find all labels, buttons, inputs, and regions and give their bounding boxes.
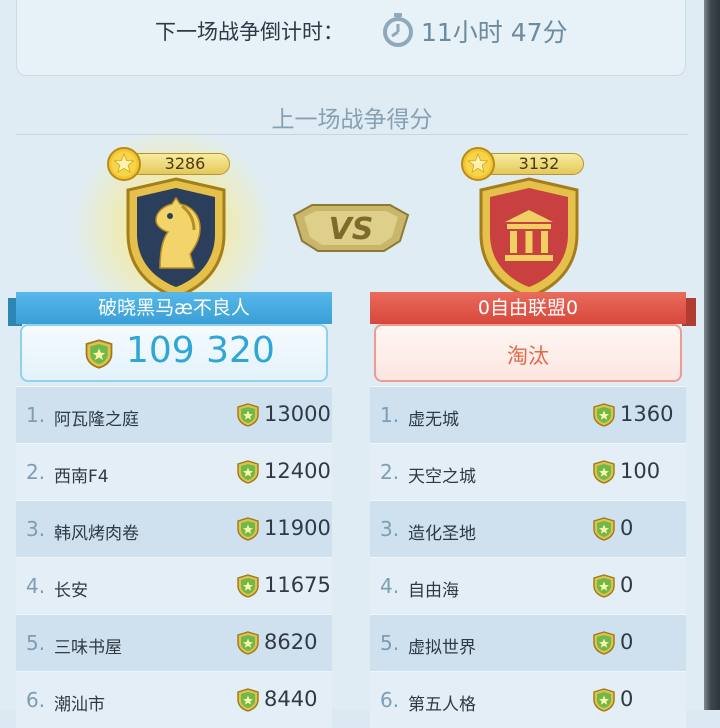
member-points: 0 — [620, 630, 634, 654]
member-name: 韩风烤肉卷 — [54, 524, 139, 544]
alliance-name-right: 0自由联盟0 — [370, 292, 686, 324]
list-item: 5. 虚拟世界 0 — [370, 614, 686, 671]
rank: 5. — [380, 631, 400, 655]
points-icon — [592, 403, 616, 427]
list-item: 2. 西南F4 12400 — [16, 443, 332, 500]
rank: 1. — [26, 403, 46, 427]
member-points: 0 — [620, 687, 634, 711]
list-item: 1. 虚无城 1360 — [370, 386, 686, 443]
list-item: 2. 天空之城 100 — [370, 443, 686, 500]
points-icon — [592, 631, 616, 655]
member-name: 天空之城 — [408, 467, 476, 487]
member-points: 100 — [620, 459, 661, 483]
window-edge — [704, 0, 720, 710]
points-icon — [236, 574, 260, 598]
rank: 6. — [380, 688, 400, 712]
points-icon — [236, 631, 260, 655]
countdown-panel: 下一场战争倒计时： 11小时 47分 — [16, 0, 686, 76]
knight-horse-icon — [126, 177, 226, 299]
status-box-right: 淘汰 — [374, 324, 682, 382]
vs-label: VS — [329, 212, 374, 247]
member-name: 虚拟世界 — [408, 638, 476, 658]
war-results-panel: 下一场战争倒计时： 11小时 47分 上一场战争得分 3286 VS 3132 — [0, 0, 704, 728]
points-icon — [236, 403, 260, 427]
list-item: 4. 自由海 0 — [370, 557, 686, 614]
rank: 4. — [26, 574, 46, 598]
title-divider — [16, 134, 688, 135]
member-points: 1360 — [620, 402, 674, 426]
list-item: 1. 阿瓦隆之庭 13000 — [16, 386, 332, 443]
section-title: 上一场战争得分 — [271, 107, 433, 133]
eliminated-status: 淘汰 — [507, 344, 549, 368]
member-points: 12400 — [264, 459, 331, 483]
member-name: 虚无城 — [408, 410, 459, 430]
rank: 6. — [26, 688, 46, 712]
total-score-box-left: 109 320 — [20, 324, 328, 382]
points-icon — [592, 460, 616, 484]
list-item: 3. 造化圣地 0 — [370, 500, 686, 557]
vs-badge: VS — [292, 204, 410, 252]
rank: 4. — [380, 574, 400, 598]
list-item: 6. 潮汕市 8440 — [16, 671, 332, 728]
member-points: 11900 — [264, 516, 331, 540]
member-points: 11675 — [264, 573, 331, 597]
points-icon — [84, 339, 114, 369]
member-name: 自由海 — [408, 581, 459, 601]
rank: 2. — [26, 460, 46, 484]
member-name: 长安 — [54, 581, 88, 601]
member-name: 西南F4 — [54, 467, 109, 487]
member-name: 潮汕市 — [54, 695, 105, 715]
stopwatch-icon — [383, 13, 413, 47]
list-item: 6. 第五人格 0 — [370, 671, 686, 728]
member-points: 8440 — [264, 687, 318, 711]
member-name: 造化圣地 — [408, 524, 476, 544]
countdown-label: 下一场战争倒计时： — [155, 20, 344, 44]
member-name: 三味书屋 — [54, 638, 122, 658]
rank: 5. — [26, 631, 46, 655]
member-points: 13000 — [264, 402, 331, 426]
list-item: 4. 长安 11675 — [16, 557, 332, 614]
countdown-value: 11小时 47分 — [421, 18, 568, 47]
list-item: 5. 三味书屋 8620 — [16, 614, 332, 671]
points-icon — [592, 688, 616, 712]
points-icon — [592, 574, 616, 598]
rank: 3. — [380, 517, 400, 541]
member-points: 0 — [620, 516, 634, 540]
list-item: 3. 韩风烤肉卷 11900 — [16, 500, 332, 557]
alliance-name-left: 破晓黑马æ不良人 — [16, 292, 332, 324]
rank: 3. — [26, 517, 46, 541]
points-icon — [592, 517, 616, 541]
points-icon — [236, 688, 260, 712]
rank: 2. — [380, 460, 400, 484]
points-icon — [236, 517, 260, 541]
member-name: 阿瓦隆之庭 — [54, 410, 139, 430]
member-name: 第五人格 — [408, 695, 476, 715]
rank: 1. — [380, 403, 400, 427]
member-points: 0 — [620, 573, 634, 597]
temple-icon — [479, 177, 579, 299]
member-points: 8620 — [264, 630, 318, 654]
points-icon — [236, 460, 260, 484]
total-points: 109 320 — [126, 330, 275, 371]
